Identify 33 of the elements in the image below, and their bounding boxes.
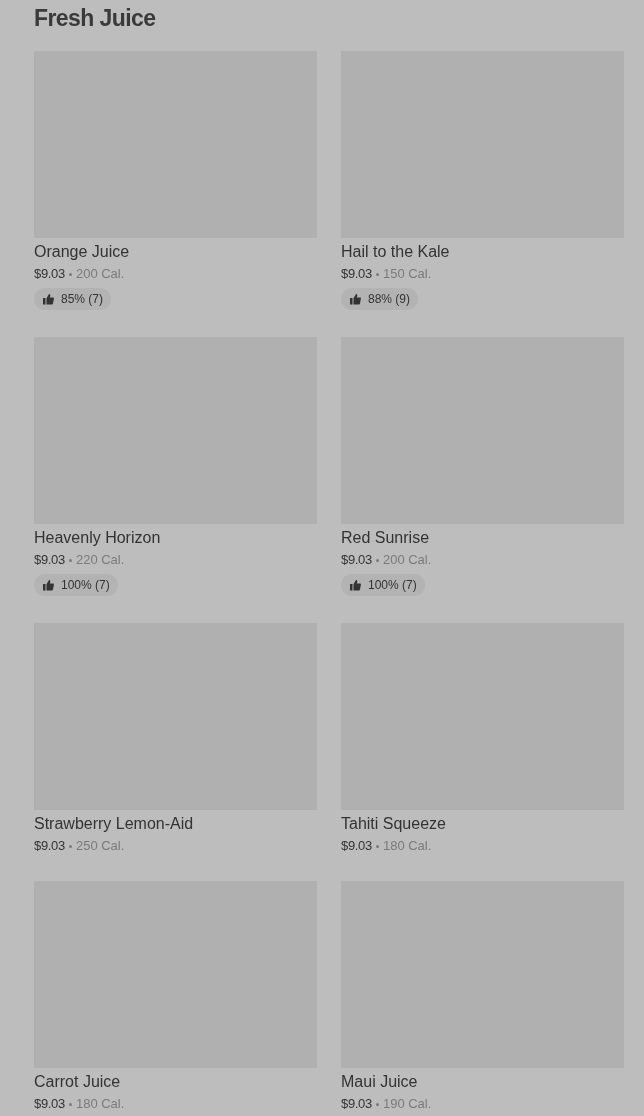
item-price: $9.03 [34, 1095, 65, 1113]
thumbs-up-icon [42, 579, 54, 591]
item-name[interactable]: Carrot Juice [34, 1072, 121, 1092]
item-price: $9.03 [341, 1095, 372, 1113]
item-calories: 200 Cal. [75, 265, 125, 283]
item-price: $9.03 [34, 837, 65, 855]
rating-text: 100% (7) [368, 577, 417, 594]
item-calories: 250 Cal. [75, 837, 125, 855]
thumbs-up-icon [42, 293, 54, 305]
item-calories: 190 Cal. [382, 1095, 432, 1113]
item-price: $9.03 [34, 265, 65, 283]
item-name[interactable]: Tahiti Squeeze [341, 814, 446, 834]
rating-text: 88% (9) [368, 291, 411, 308]
rating-text: 100% (7) [61, 577, 110, 594]
item-name[interactable]: Heavenly Horizon [34, 528, 161, 548]
thumbs-up-icon [349, 293, 361, 305]
item-price: $9.03 [34, 551, 65, 569]
item-price: $9.03 [341, 265, 372, 283]
thumbs-up-icon [349, 579, 361, 591]
section-title: Fresh Juice [34, 4, 157, 32]
item-price: $9.03 [341, 837, 372, 855]
item-name[interactable]: Red Sunrise [341, 528, 430, 548]
item-price: $9.03 [341, 551, 372, 569]
item-name[interactable]: Strawberry Lemon-Aid [34, 814, 194, 834]
item-calories: 150 Cal. [382, 265, 432, 283]
item-name[interactable]: Hail to the Kale [341, 242, 450, 262]
rating-text: 85% (7) [61, 291, 104, 308]
item-calories: 180 Cal. [75, 1095, 125, 1113]
item-calories: 200 Cal. [382, 551, 432, 569]
item-calories: 220 Cal. [75, 551, 125, 569]
item-name[interactable]: Orange Juice [34, 242, 130, 262]
item-calories: 180 Cal. [382, 837, 432, 855]
item-name[interactable]: Maui Juice [341, 1072, 418, 1092]
